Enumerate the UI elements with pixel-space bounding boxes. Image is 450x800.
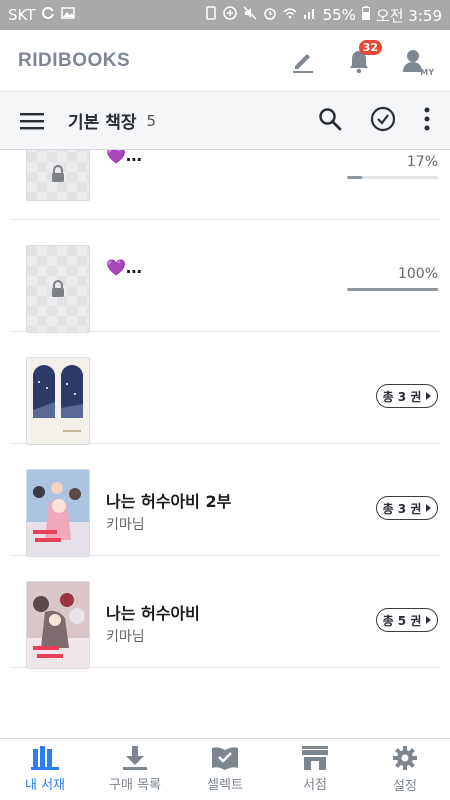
hamburger-icon — [20, 112, 44, 129]
list-item[interactable]: 💜… 17% — [10, 150, 440, 220]
nav-purchase-list[interactable]: 구매 목록 — [90, 739, 180, 800]
pencil-icon — [293, 53, 313, 73]
read-progress-fill — [347, 176, 363, 179]
list-item[interactable]: 💜… 100% — [10, 220, 440, 332]
cover-art — [27, 358, 89, 444]
list-item[interactable]: 총 3 권 — [10, 332, 440, 444]
store-icon — [302, 746, 328, 770]
nav-label: 서점 — [303, 778, 327, 793]
search-icon — [319, 107, 342, 130]
series-volume-label: 총 5 권 — [382, 613, 422, 628]
read-percent: 17% — [406, 154, 438, 170]
clock: 오전 3:59 — [375, 6, 442, 25]
battery-saver-icon — [205, 6, 217, 24]
app-header: RIDIBOOKS 32 MY — [0, 30, 450, 92]
nav-select[interactable]: 셀렉트 — [180, 739, 270, 800]
redacted-title-overlay — [104, 338, 228, 392]
book-cover[interactable] — [27, 470, 89, 556]
nav-store[interactable]: 서점 — [270, 739, 360, 800]
nav-label: 내 서재 — [24, 778, 65, 793]
book-author: 키마님 — [106, 629, 145, 645]
more-options-button[interactable] — [424, 107, 430, 135]
battery-icon — [361, 6, 370, 24]
chevron-right-icon — [426, 616, 432, 624]
alarm-icon — [263, 6, 277, 24]
notification-button[interactable]: 32 — [342, 39, 382, 78]
nav-label: 설정 — [393, 779, 417, 794]
my-account-button[interactable]: MY — [398, 44, 434, 78]
notification-badge: 32 — [358, 39, 382, 55]
download-icon — [123, 746, 147, 770]
book-title: 💜… — [106, 150, 142, 165]
shelf-toolbar: 기본 책장 5 — [0, 92, 450, 150]
series-volume-label: 총 3 권 — [382, 389, 422, 404]
shelf-title[interactable]: 기본 책장 — [68, 108, 136, 133]
select-icon — [212, 747, 238, 770]
nav-label: 구매 목록 — [109, 778, 161, 793]
book-cover[interactable] — [27, 150, 89, 200]
book-cover[interactable] — [27, 358, 89, 444]
sync-icon — [41, 6, 55, 24]
read-progress-bar — [347, 288, 438, 291]
mute-icon — [243, 6, 257, 24]
lock-icon — [52, 280, 64, 297]
series-volume-button[interactable]: 총 5 권 — [376, 608, 438, 632]
cover-art — [27, 470, 89, 556]
chevron-right-icon — [426, 504, 432, 512]
read-progress-fill — [347, 288, 438, 291]
wifi-icon — [283, 6, 297, 24]
shelf-count: 5 — [146, 111, 157, 130]
add-circle-icon — [222, 6, 237, 24]
check-circle-icon — [370, 106, 396, 131]
status-bar: SKT 55% 오전 3:59 — [0, 0, 450, 30]
book-cover[interactable] — [27, 246, 89, 332]
battery-percent: 55% — [322, 6, 356, 24]
book-list[interactable]: 💜… 17% 💜… 100% 총 3 권 나는 허수아비 2부 키마님 총 3 … — [0, 150, 450, 738]
nav-settings[interactable]: 설정 — [360, 739, 450, 800]
bottom-navigation: 내 서재 구매 목록 셀렉트 서점 설정 — [0, 738, 450, 800]
book-title: 나는 허수아비 2부 — [106, 492, 232, 511]
nav-label: 셀렉트 — [207, 778, 243, 793]
read-progress-bar — [347, 176, 438, 179]
book-title: 💜… — [106, 258, 142, 277]
carrier-label: SKT — [8, 6, 36, 24]
cover-art — [27, 582, 89, 668]
series-volume-button[interactable]: 총 3 권 — [376, 384, 438, 408]
nav-my-library[interactable]: 내 서재 — [0, 739, 90, 800]
settings-icon — [393, 746, 417, 770]
read-percent: 100% — [397, 266, 438, 282]
more-vertical-icon — [424, 107, 430, 130]
book-author: 키마님 — [106, 517, 145, 533]
ridibooks-logo[interactable]: RIDIBOOKS — [18, 50, 130, 72]
menu-button[interactable] — [20, 108, 46, 134]
edit-select-button[interactable] — [370, 106, 396, 136]
my-label: MY — [420, 67, 434, 77]
series-volume-button[interactable]: 총 3 권 — [376, 496, 438, 520]
lock-icon — [52, 164, 64, 182]
gallery-icon — [61, 6, 76, 24]
signal-icon — [303, 6, 317, 24]
search-button[interactable] — [318, 107, 342, 135]
list-item[interactable]: 나는 허수아비 키마님 총 5 권 — [10, 556, 440, 668]
chevron-right-icon — [426, 392, 432, 400]
review-write-button[interactable] — [286, 44, 320, 78]
book-cover[interactable] — [27, 582, 89, 668]
series-volume-label: 총 3 권 — [382, 501, 422, 516]
book-title: 나는 허수아비 — [106, 604, 200, 623]
list-item[interactable]: 나는 허수아비 2부 키마님 총 3 권 — [10, 444, 440, 556]
library-icon — [31, 746, 59, 770]
